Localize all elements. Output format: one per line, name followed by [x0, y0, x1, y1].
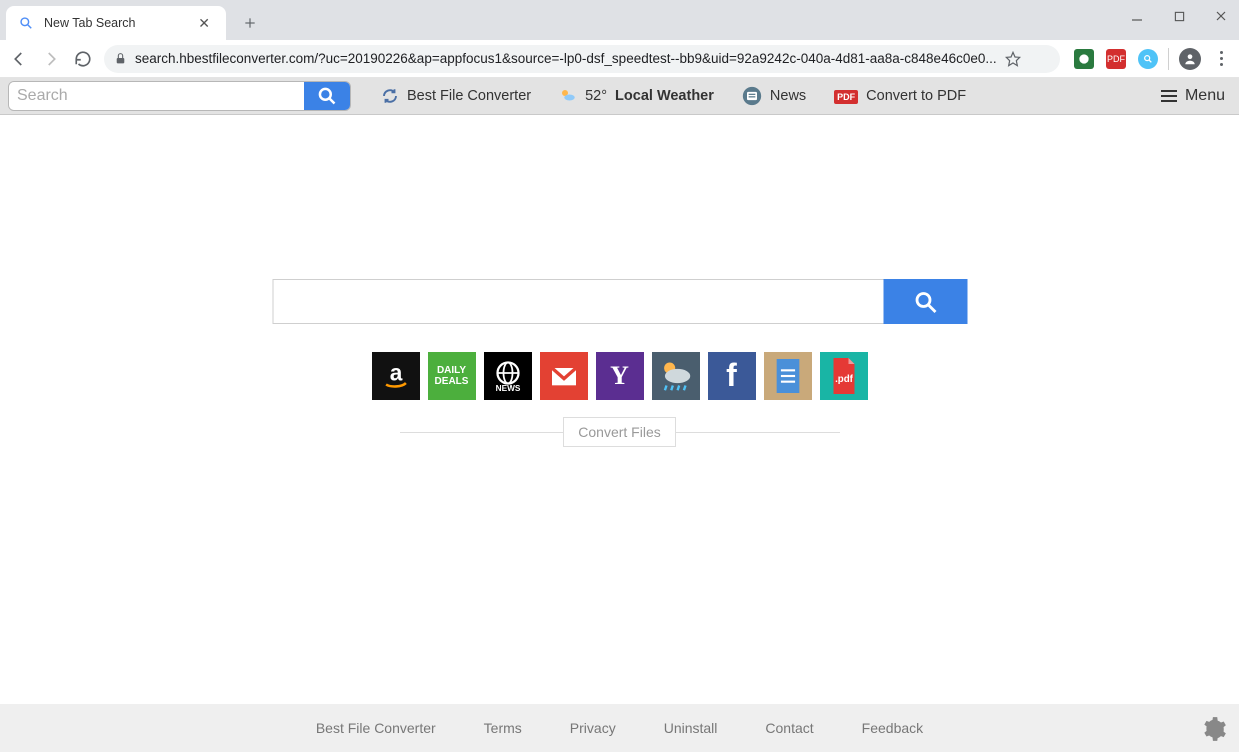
toolbar-links: Best File Converter 52° Local Weather Ne…	[381, 86, 966, 106]
url-text: search.hbestfileconverter.com/?uc=201902…	[135, 51, 997, 66]
refresh-icon	[381, 87, 399, 105]
convert-files-button[interactable]: Convert Files	[563, 417, 675, 447]
main-search-input[interactable]	[272, 279, 883, 324]
toolbar-search-input[interactable]	[9, 82, 304, 110]
toolbar-menu-button[interactable]: Menu	[1161, 87, 1225, 105]
window-controls	[1125, 4, 1233, 28]
toolbar-link-news[interactable]: News	[742, 86, 806, 106]
news-icon	[742, 86, 762, 106]
menu-label: Menu	[1185, 87, 1225, 105]
tile-docs[interactable]	[764, 352, 812, 400]
bookmark-star-icon[interactable]	[1005, 51, 1021, 67]
tile-daily-deals[interactable]: DAILY DEALS	[428, 352, 476, 400]
footer-link-feedback[interactable]: Feedback	[862, 720, 923, 736]
tile-facebook[interactable]: f	[708, 352, 756, 400]
toolbar-link-label: News	[770, 88, 806, 104]
weather-label: Local Weather	[615, 88, 714, 104]
profile-avatar[interactable]	[1179, 48, 1201, 70]
toolbar-link-weather[interactable]: 52° Local Weather	[559, 87, 714, 105]
quick-link-tiles: a DAILY DEALS NEWS Y f .pdf	[372, 352, 868, 400]
reload-button[interactable]	[72, 48, 94, 70]
close-icon[interactable]: ✕	[194, 13, 214, 34]
convert-files-row: Convert Files	[400, 417, 840, 447]
search-icon	[18, 15, 34, 31]
footer: Best File Converter Terms Privacy Uninst…	[0, 704, 1239, 752]
hamburger-icon	[1161, 90, 1177, 102]
toolbar-link-label: Best File Converter	[407, 88, 531, 104]
footer-link-privacy[interactable]: Privacy	[570, 720, 616, 736]
main-search-button[interactable]	[883, 279, 967, 324]
window-close-button[interactable]	[1209, 4, 1233, 28]
main-search	[272, 279, 967, 324]
extension-pdf-icon[interactable]: PDF	[1106, 49, 1126, 69]
pdf-icon: PDF	[834, 88, 858, 104]
extension-icons: PDF	[1074, 49, 1158, 69]
tab-title: New Tab Search	[44, 16, 184, 30]
extension-icon-1[interactable]	[1074, 49, 1094, 69]
omnibox[interactable]: search.hbestfileconverter.com/?uc=201902…	[104, 45, 1060, 73]
divider-line	[400, 432, 564, 433]
browser-tab[interactable]: New Tab Search ✕	[6, 6, 226, 40]
footer-link-terms[interactable]: Terms	[484, 720, 522, 736]
weather-icon	[559, 87, 577, 105]
tile-yahoo[interactable]: Y	[596, 352, 644, 400]
new-tab-button[interactable]	[236, 9, 264, 37]
browser-address-row: search.hbestfileconverter.com/?uc=201902…	[0, 40, 1239, 78]
svg-text:.pdf: .pdf	[835, 374, 854, 385]
footer-link-contact[interactable]: Contact	[765, 720, 813, 736]
tile-weather[interactable]	[652, 352, 700, 400]
extension-search-icon[interactable]	[1138, 49, 1158, 69]
divider-line	[676, 432, 840, 433]
toolbar-search-button[interactable]	[304, 82, 350, 110]
toolbar-link-label: Convert to PDF	[866, 88, 966, 104]
chrome-menu-button[interactable]	[1211, 51, 1231, 66]
minimize-button[interactable]	[1125, 4, 1149, 28]
browser-tab-strip: New Tab Search ✕	[0, 0, 1239, 40]
toolbar-link-bfc[interactable]: Best File Converter	[381, 87, 531, 105]
svg-text:NEWS: NEWS	[495, 384, 520, 393]
toolbar-link-pdf[interactable]: PDF Convert to PDF	[834, 88, 966, 104]
forward-button[interactable]	[40, 48, 62, 70]
extension-toolbar: Best File Converter 52° Local Weather Ne…	[0, 78, 1239, 115]
weather-temp: 52°	[585, 88, 607, 104]
tile-gmail[interactable]	[540, 352, 588, 400]
toolbar-search	[8, 81, 351, 111]
tile-news[interactable]: NEWS	[484, 352, 532, 400]
lock-icon	[114, 52, 127, 65]
footer-link-uninstall[interactable]: Uninstall	[664, 720, 718, 736]
gear-icon[interactable]	[1201, 716, 1227, 742]
maximize-button[interactable]	[1167, 4, 1191, 28]
back-button[interactable]	[8, 48, 30, 70]
separator	[1168, 48, 1169, 70]
main-content: a DAILY DEALS NEWS Y f .pdf Convert File…	[0, 115, 1239, 752]
tile-amazon[interactable]: a	[372, 352, 420, 400]
footer-link-bfc[interactable]: Best File Converter	[316, 720, 436, 736]
svg-text:a: a	[389, 359, 402, 385]
tile-pdf[interactable]: .pdf	[820, 352, 868, 400]
